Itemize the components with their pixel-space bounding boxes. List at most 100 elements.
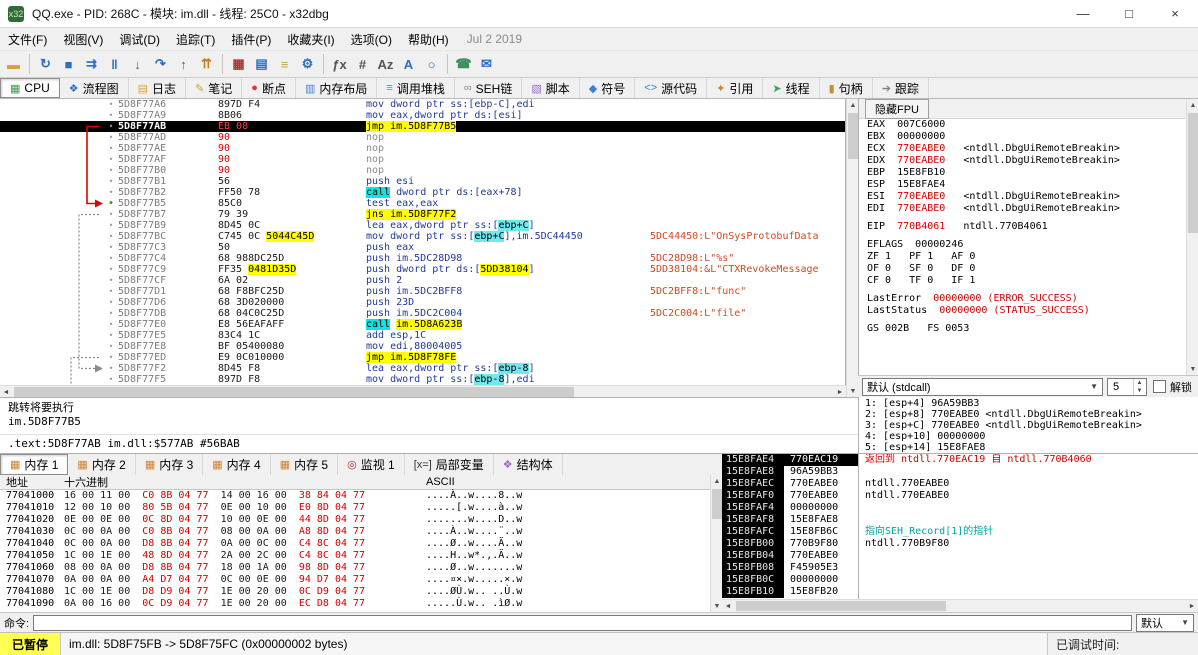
disasm-row[interactable]: • 5D8F77C9 FF35 0481D35D push dword ptr ds:… [0,264,845,275]
register-flags[interactable]: ZF 1 PF 1 AF 0 [859,251,1186,263]
menu-item[interactable]: 选项(O) [343,29,400,50]
stack-comment-row[interactable]: ntdll.770B9F80 [859,538,1198,550]
disasm-row[interactable]: • 5D8F77B9 8D45 0C lea eax,dword ptr ss:[eb… [0,220,845,231]
script-fx-icon[interactable]: ƒx [328,53,351,76]
log-icon[interactable]: ≡ [273,53,296,76]
disasm-row[interactable]: • 5D8F77CF 6A 02 push 2 [0,275,845,286]
disasm-row[interactable]: • 5D8F77B5 85C0 test eax,eax [0,198,845,209]
open-file-icon[interactable]: ▬ [2,53,25,76]
register-row[interactable]: LastError 00000000 (ERROR_SUCCESS) [859,293,1186,305]
stack-row[interactable]: 15E8FB10 15E8FB20 [722,586,858,598]
memory-row[interactable]: 77041050 1C 00 1E 00 48 8D 04 77 2A 00 2C… [0,550,710,562]
tab-seh[interactable]: ∞ SEH链 [454,78,523,98]
tab-cpu[interactable]: ▦ CPU [0,78,60,98]
scrollbar-thumb[interactable] [712,489,722,519]
memory-map-icon[interactable]: ▤ [250,53,273,76]
menu-item[interactable]: 视图(V) [55,29,111,50]
settings-icon[interactable]: ⚙ [296,53,319,76]
stack-row[interactable]: 15E8FAE8 96A59BB3 [722,466,858,478]
memory-row[interactable]: 77041070 0A 00 0A 00 A4 D7 04 77 0C 00 0E… [0,574,710,586]
register-row[interactable]: ESP 15E8FAE4 [859,179,1186,191]
tab-script[interactable]: ▧ 脚本 [522,78,580,98]
argument-row[interactable]: 4: [esp+10] 00000000 [859,431,1198,442]
tab-trace[interactable]: ➔ 跟踪 [872,78,929,98]
tab-call-stack[interactable]: ≡ 调用堆栈 [377,78,455,98]
register-row[interactable]: EDX 770EABE0 <ntdll.DbgUiRemoteBreakin> [859,155,1186,167]
disasm-row[interactable]: • 5D8F77A6 897D F4 mov dword ptr ss:[ebp-C]… [0,99,845,110]
disasm-row[interactable]: • 5D8F77F2 8D45 F8 lea eax,dword ptr ss:[eb… [0,363,845,374]
tab-handles[interactable]: ▮ 句柄 [819,78,873,98]
scroll-left-arrow[interactable]: ◄ [722,600,734,612]
disasm-row[interactable]: • 5D8F77BC C745 0C 5044C45D mov dword ptr s… [0,231,845,242]
tab-memory-1[interactable]: ▦ 内存 1 [0,454,69,475]
argument-count-spinner[interactable]: 5 ▲ ▼ [1107,377,1147,396]
comments-icon[interactable]: ✉ [475,53,498,76]
tab-symbols[interactable]: ◆ 符号 [579,78,636,98]
scrollbar-thumb[interactable] [14,387,574,397]
menu-item[interactable]: 帮助(H) [400,29,457,50]
tab-graph[interactable]: ❖ 流程图 [59,78,129,98]
scroll-down-arrow[interactable]: ▼ [1187,363,1198,375]
find-pattern-icon[interactable]: A [397,53,420,76]
stack-row[interactable]: 15E8FAEC 770EABE0 [722,478,858,490]
disasm-row[interactable]: • 5D8F77D1 68 F8BFC25D push im.5DC2BFF8 5DC2… [0,286,845,297]
tab-references[interactable]: ✦ 引用 [707,78,764,98]
stack-comment-row[interactable] [859,514,1198,526]
search-icon[interactable]: ○ [420,53,443,76]
tab-breakpoints[interactable]: ● 断点 [242,78,296,98]
unlock-checkbox[interactable]: 解锁 [1151,379,1194,395]
stack-row[interactable]: 15E8FB04 770EABE0 [722,550,858,562]
run-to-user-code-icon[interactable]: ⇈ [195,53,218,76]
stack-comment-row[interactable] [859,466,1198,478]
stack-row[interactable]: 15E8FB08 F45905E3 [722,562,858,574]
memory-vscrollbar[interactable]: ▲ ▼ [710,475,722,612]
memory-row[interactable]: 77041020 0E 00 0E 00 0C 8D 04 77 10 00 0E… [0,514,710,526]
scrollbar-thumb[interactable] [848,113,858,159]
stack-comment-row[interactable]: 返回到 ntdll.770EAC19 自 ntdll.770B4060 [859,454,1198,466]
register-flags[interactable]: OF 0 SF 0 DF 0 [859,263,1186,275]
tab-source[interactable]: <> 源代码 [635,78,708,98]
menu-item[interactable]: 文件(F) [0,29,55,50]
tab-locals[interactable]: [x=] 局部变量 [404,454,494,475]
register-row[interactable]: EBP 15E8FB10 [859,167,1186,179]
disasm-row[interactable]: • 5D8F77F5 897D F8 mov dword ptr ss:[ebp-8]… [0,374,845,385]
tab-memory-4[interactable]: ▦ 内存 4 [203,454,271,475]
tab-log[interactable]: ▤ 日志 [128,78,187,98]
memory-row[interactable]: 77041060 08 00 0A 00 D8 8B 04 77 18 00 1A… [0,562,710,574]
disasm-row[interactable]: • 5D8F77AE 90 nop [0,143,845,154]
menu-item[interactable]: 插件(P) [223,29,279,50]
command-input[interactable] [33,614,1132,631]
step-out-icon[interactable]: ↑ [172,53,195,76]
scrollbar-thumb[interactable] [736,601,946,611]
stack-row[interactable]: 15E8FAFC 15E8FB6C [722,526,858,538]
close-button[interactable]: × [1152,0,1198,28]
tab-watch-1[interactable]: ◎ 监视 1 [338,454,405,475]
maximize-button[interactable]: □ [1106,0,1152,28]
stack-row[interactable]: 15E8FB00 770B9F80 [722,538,858,550]
register-row[interactable]: EDI 770EABE0 <ntdll.DbgUiRemoteBreakin> [859,203,1186,215]
menu-item[interactable]: 追踪(T) [168,29,223,50]
stack-hscrollbar[interactable]: ◄ ► [722,599,1198,612]
disasm-row[interactable]: • 5D8F77E5 83C4 1C add esp,1C [0,330,845,341]
stack-row[interactable]: 15E8FAF4 00000000 [722,502,858,514]
memory-row[interactable]: 77041040 0C 00 0A 00 D8 8B 04 77 0A 00 0C… [0,538,710,550]
stack-row[interactable]: 15E8FAF0 770EABE0 [722,490,858,502]
tab-memory-2[interactable]: ▦ 内存 2 [68,454,136,475]
disassembly-pane[interactable]: • 5D8F77A6 897D F4 mov dword ptr ss:[ebp-C]… [0,99,846,385]
disasm-row[interactable]: • 5D8F77E0 E8 56EAFAFF call im.5D8A623B [0,319,845,330]
memory-row[interactable]: 77041000 16 00 11 00 C0 8B 04 77 14 00 16… [0,490,710,502]
stack-pane[interactable]: 15E8FAE4 770EAC19 15E8FAE8 96A59BB3 15E8FAEC… [722,453,858,599]
stack-row[interactable]: 15E8FAF8 15E8FAE8 [722,514,858,526]
argument-row[interactable]: 3: [esp+C] 770EABE0 <ntdll.DbgUiRemoteBr… [859,420,1198,431]
disasm-row[interactable]: • 5D8F77B1 56 push esi [0,176,845,187]
minimize-button[interactable]: — [1060,0,1106,28]
tab-memory-3[interactable]: ▦ 内存 3 [135,454,204,475]
stack-comments-pane[interactable]: 返回到 ntdll.770EAC19 自 ntdll.770B4060 ntdl… [858,453,1198,599]
tab-threads[interactable]: ➤ 线程 [763,78,820,98]
stack-row[interactable]: 15E8FB0C 00000000 [722,574,858,586]
register-row[interactable]: EIP 770B4061 ntdll.770B4061 [859,221,1186,233]
disasm-row[interactable]: • 5D8F77B2 FF50 78 call dword ptr ds:[eax+7… [0,187,845,198]
register-row[interactable]: ESI 770EABE0 <ntdll.DbgUiRemoteBreakin> [859,191,1186,203]
scroll-up-arrow[interactable]: ▲ [1187,99,1198,111]
command-profile-dropdown[interactable]: 默认 ▼ [1136,613,1194,632]
